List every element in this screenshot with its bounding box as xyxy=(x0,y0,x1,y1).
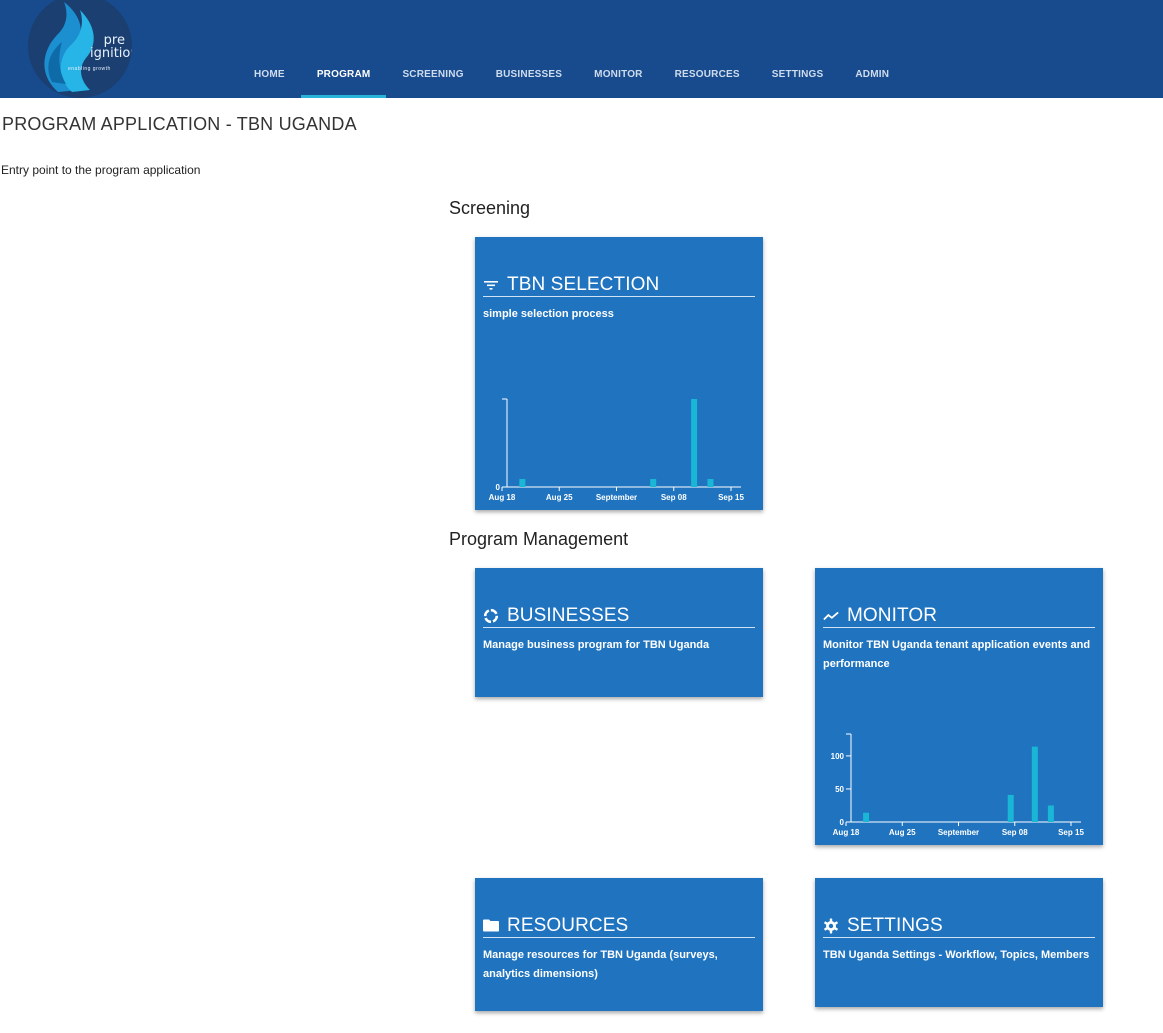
x-tick-label: September xyxy=(938,828,979,837)
chart-bar xyxy=(1031,746,1038,822)
page-description: Entry point to the program application xyxy=(1,163,201,177)
y-tick-label: 0 xyxy=(840,818,845,827)
donut-icon xyxy=(483,608,499,624)
chart-bar xyxy=(691,399,698,487)
card-settings[interactable]: SETTINGS TBN Uganda Settings - Workflow,… xyxy=(815,878,1103,1007)
nav-businesses[interactable]: BUSINESSES xyxy=(480,0,578,98)
nav-admin[interactable]: ADMIN xyxy=(839,0,905,98)
card-description: Manage business program for TBN Uganda xyxy=(483,639,710,651)
card-header: RESOURCES xyxy=(483,914,755,938)
card-title: SETTINGS xyxy=(847,914,943,936)
card-title: BUSINESSES xyxy=(507,604,630,626)
trending-icon xyxy=(823,608,839,624)
card-header: TBN SELECTION xyxy=(483,273,755,297)
top-navigation-bar: pre ignition enabling growth HOME PROGRA… xyxy=(0,0,1163,98)
x-tick-label: Sep 15 xyxy=(718,493,744,502)
chart-bar xyxy=(707,479,714,487)
card-title: MONITOR xyxy=(847,604,938,626)
card-monitor[interactable]: MONITOR Monitor TBN Uganda tenant applic… xyxy=(815,568,1103,845)
card-title: RESOURCES xyxy=(507,914,629,936)
logo-tagline: enabling growth xyxy=(68,66,111,72)
card-tbn-selection[interactable]: TBN SELECTION simple selection process 0… xyxy=(475,237,763,510)
card-description: Manage resources for TBN Uganda (surveys… xyxy=(483,949,718,980)
nav-settings[interactable]: SETTINGS xyxy=(756,0,840,98)
card-description: Monitor TBN Uganda tenant application ev… xyxy=(823,639,1091,670)
x-tick-label: Aug 25 xyxy=(889,828,916,837)
card-description: simple selection process xyxy=(483,308,614,320)
card-businesses[interactable]: BUSINESSES Manage business program for T… xyxy=(475,568,763,697)
section-title-screening: Screening xyxy=(449,198,531,218)
card-header: BUSINESSES xyxy=(483,604,755,628)
chart-bar xyxy=(519,479,526,487)
x-tick-label: Sep 15 xyxy=(1058,828,1084,837)
nav-monitor[interactable]: MONITOR xyxy=(578,0,658,98)
gear-icon xyxy=(823,918,839,934)
card-header: MONITOR xyxy=(823,604,1095,628)
x-tick-label: Sep 08 xyxy=(661,493,687,502)
nav-resources[interactable]: RESOURCES xyxy=(659,0,756,98)
x-tick-label: September xyxy=(596,493,637,502)
x-tick-label: Sep 08 xyxy=(1002,828,1028,837)
x-tick-label: Aug 25 xyxy=(546,493,573,502)
logo-text-ignition: ignition xyxy=(90,46,132,61)
selection-bar-chart: 0Aug 18 Aug 25 September Sep 08 Sep 15 xyxy=(489,398,744,502)
section-title-program-management: Program Management xyxy=(449,529,629,549)
folder-icon xyxy=(483,918,499,934)
page-title: PROGRAM APPLICATION - TBN UGANDA xyxy=(2,114,357,134)
chart-bar xyxy=(1047,805,1054,822)
card-description: TBN Uganda Settings - Workflow, Topics, … xyxy=(823,949,1090,961)
card-title: TBN SELECTION xyxy=(507,273,660,295)
filter-icon xyxy=(483,277,499,293)
nav-home[interactable]: HOME xyxy=(238,0,301,98)
preignition-logo[interactable]: pre ignition enabling growth xyxy=(28,0,132,98)
y-tick-label: 50 xyxy=(835,785,844,794)
card-resources[interactable]: RESOURCES Manage resources for TBN Ugand… xyxy=(475,878,763,1011)
main-nav: HOME PROGRAM SCREENING BUSINESSES MONITO… xyxy=(238,0,905,98)
x-tick-label: Aug 18 xyxy=(489,493,516,502)
y-tick-label: 100 xyxy=(831,752,845,761)
card-header: SETTINGS xyxy=(823,914,1095,938)
chart-bar xyxy=(863,812,870,822)
chart-bar xyxy=(1007,794,1014,822)
nav-screening[interactable]: SCREENING xyxy=(386,0,479,98)
chart-bar xyxy=(650,479,657,487)
x-tick-label: Aug 18 xyxy=(833,828,860,837)
y-tick-label: 0 xyxy=(496,483,501,492)
monitor-bar-chart: 0 50 100 Aug 18 Aug 25 September Sep 08 Sep 15 xyxy=(831,733,1084,837)
nav-program[interactable]: PROGRAM xyxy=(300,0,387,98)
